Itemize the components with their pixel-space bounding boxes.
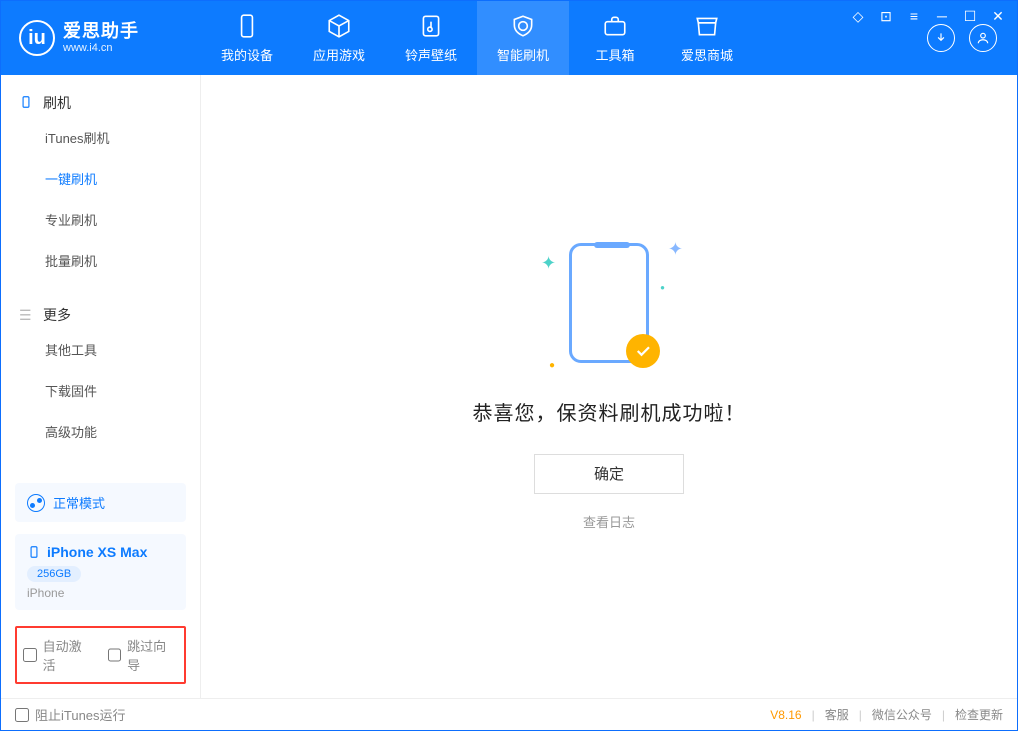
logo-text: 爱思助手 www.i4.cn <box>63 21 139 56</box>
menu-icon[interactable]: ≡ <box>905 7 923 25</box>
main-nav: 我的设备 应用游戏 铃声壁纸 智能刷机 工具箱 爱思商城 <box>201 1 753 75</box>
sidebar-item-batch-flash[interactable]: 批量刷机 <box>45 240 200 281</box>
section-title: 刷机 <box>43 93 71 113</box>
sparkle-icon: ✦ <box>541 253 556 274</box>
skin-icon[interactable]: ◇ <box>849 7 867 25</box>
check-badge-icon <box>626 334 660 368</box>
sidebar-item-download-fw[interactable]: 下载固件 <box>45 370 200 411</box>
mode-box[interactable]: 正常模式 <box>15 483 186 522</box>
ok-button[interactable]: 确定 <box>534 454 684 494</box>
device-box[interactable]: iPhone XS Max 256GB iPhone <box>15 534 186 610</box>
sidebar-item-oneclick-flash[interactable]: 一键刷机 <box>45 158 200 199</box>
skip-guide-input[interactable] <box>108 648 122 662</box>
separator: | <box>942 708 945 722</box>
logo-letter: iu <box>28 27 46 50</box>
sidebar-head-flash: 刷机 <box>1 89 200 117</box>
sidebar-spacer <box>1 458 200 477</box>
device-name: iPhone XS Max <box>47 544 147 560</box>
app-name-en: www.i4.cn <box>63 42 139 55</box>
device-capacity: 256GB <box>27 566 81 582</box>
close-button[interactable]: ✕ <box>989 7 1007 25</box>
app-name-zh: 爱思助手 <box>63 21 139 43</box>
user-button[interactable] <box>969 24 997 52</box>
sidebar-item-advanced[interactable]: 高级功能 <box>45 411 200 452</box>
feedback-icon[interactable]: ⊡ <box>877 7 895 25</box>
device-small-icon <box>19 95 35 111</box>
nav-label: 工具箱 <box>595 45 634 64</box>
nav-label: 铃声壁纸 <box>405 45 457 64</box>
statusbar: 阻止iTunes运行 V8.16 | 客服 | 微信公众号 | 检查更新 <box>1 698 1017 730</box>
sidebar-section-flash: 刷机 iTunes刷机 一键刷机 专业刷机 批量刷机 <box>1 75 200 287</box>
checkbox-block-itunes[interactable]: 阻止iTunes运行 <box>15 705 126 724</box>
nav-label: 应用游戏 <box>313 45 365 64</box>
sidebar-head-more: ☰ 更多 <box>1 301 200 329</box>
skip-guide-label: 跳过向导 <box>127 636 178 674</box>
shop-icon <box>694 13 720 39</box>
nav-toolbox[interactable]: 工具箱 <box>569 1 661 75</box>
window-controls: ◇ ⊡ ≡ ─ ☐ ✕ <box>849 7 1007 25</box>
sparkle-icon: ✦ <box>668 239 683 260</box>
phone-icon <box>234 13 260 39</box>
auto-activate-label: 自动激活 <box>43 636 94 674</box>
list-icon: ☰ <box>19 307 35 323</box>
link-update[interactable]: 检查更新 <box>955 706 1003 723</box>
titlebar: iu 爱思助手 www.i4.cn 我的设备 应用游戏 铃声壁纸 智能刷机 <box>1 1 1017 75</box>
sidebar-item-other-tools[interactable]: 其他工具 <box>45 329 200 370</box>
dot-icon: ● <box>660 283 665 292</box>
statusbar-right: V8.16 | 客服 | 微信公众号 | 检查更新 <box>770 706 1003 723</box>
minimize-button[interactable]: ─ <box>933 7 951 25</box>
flash-options-highlight: 自动激活 跳过向导 <box>15 626 186 684</box>
sidebar-section-more: ☰ 更多 其他工具 下载固件 高级功能 <box>1 287 200 458</box>
section-title: 更多 <box>43 305 71 325</box>
device-type: iPhone <box>27 586 174 600</box>
mode-label: 正常模式 <box>53 493 105 512</box>
block-itunes-input[interactable] <box>15 708 29 722</box>
auto-activate-input[interactable] <box>23 648 37 662</box>
music-file-icon <box>418 13 444 39</box>
refresh-shield-icon <box>510 13 536 39</box>
phone-small-icon <box>27 545 41 559</box>
link-wechat[interactable]: 微信公众号 <box>872 706 932 723</box>
briefcase-icon <box>602 13 628 39</box>
main-content: ✦ ✦ ● ● 恭喜您，保资料刷机成功啦！ 确定 查看日志 <box>201 75 1017 698</box>
nav-my-device[interactable]: 我的设备 <box>201 1 293 75</box>
nav-shop[interactable]: 爱思商城 <box>661 1 753 75</box>
separator: | <box>812 708 815 722</box>
cube-icon <box>326 13 352 39</box>
nav-label: 我的设备 <box>221 45 273 64</box>
separator: | <box>859 708 862 722</box>
sidebar-item-pro-flash[interactable]: 专业刷机 <box>45 199 200 240</box>
device-name-row: iPhone XS Max <box>27 544 174 560</box>
sidebar-list-more: 其他工具 下载固件 高级功能 <box>1 329 200 452</box>
block-itunes-label: 阻止iTunes运行 <box>35 705 126 724</box>
nav-ringtones[interactable]: 铃声壁纸 <box>385 1 477 75</box>
checkbox-auto-activate[interactable]: 自动激活 <box>23 636 94 674</box>
sidebar-item-itunes-flash[interactable]: iTunes刷机 <box>45 117 200 158</box>
phone-illustration-icon <box>569 243 649 363</box>
app-logo: iu 爱思助手 www.i4.cn <box>1 20 201 56</box>
sidebar-list-flash: iTunes刷机 一键刷机 专业刷机 批量刷机 <box>1 117 200 281</box>
header-actions <box>927 24 1017 52</box>
checkbox-skip-guide[interactable]: 跳过向导 <box>108 636 179 674</box>
nav-apps[interactable]: 应用游戏 <box>293 1 385 75</box>
download-button[interactable] <box>927 24 955 52</box>
body: 刷机 iTunes刷机 一键刷机 专业刷机 批量刷机 ☰ 更多 其他工具 下载固… <box>1 75 1017 698</box>
version-label: V8.16 <box>770 708 801 722</box>
nav-label: 智能刷机 <box>497 45 549 64</box>
nav-flash[interactable]: 智能刷机 <box>477 1 569 75</box>
dot-icon: ● <box>549 360 555 371</box>
sidebar: 刷机 iTunes刷机 一键刷机 专业刷机 批量刷机 ☰ 更多 其他工具 下载固… <box>1 75 201 698</box>
logo-icon: iu <box>19 20 55 56</box>
maximize-button[interactable]: ☐ <box>961 7 979 25</box>
success-message: 恭喜您，保资料刷机成功啦！ <box>473 397 746 426</box>
view-log-link[interactable]: 查看日志 <box>583 512 635 531</box>
app-window: iu 爱思助手 www.i4.cn 我的设备 应用游戏 铃声壁纸 智能刷机 <box>0 0 1018 731</box>
link-support[interactable]: 客服 <box>825 706 849 723</box>
nav-label: 爱思商城 <box>681 45 733 64</box>
mode-icon <box>27 494 45 512</box>
success-illustration: ✦ ✦ ● ● <box>569 243 649 363</box>
